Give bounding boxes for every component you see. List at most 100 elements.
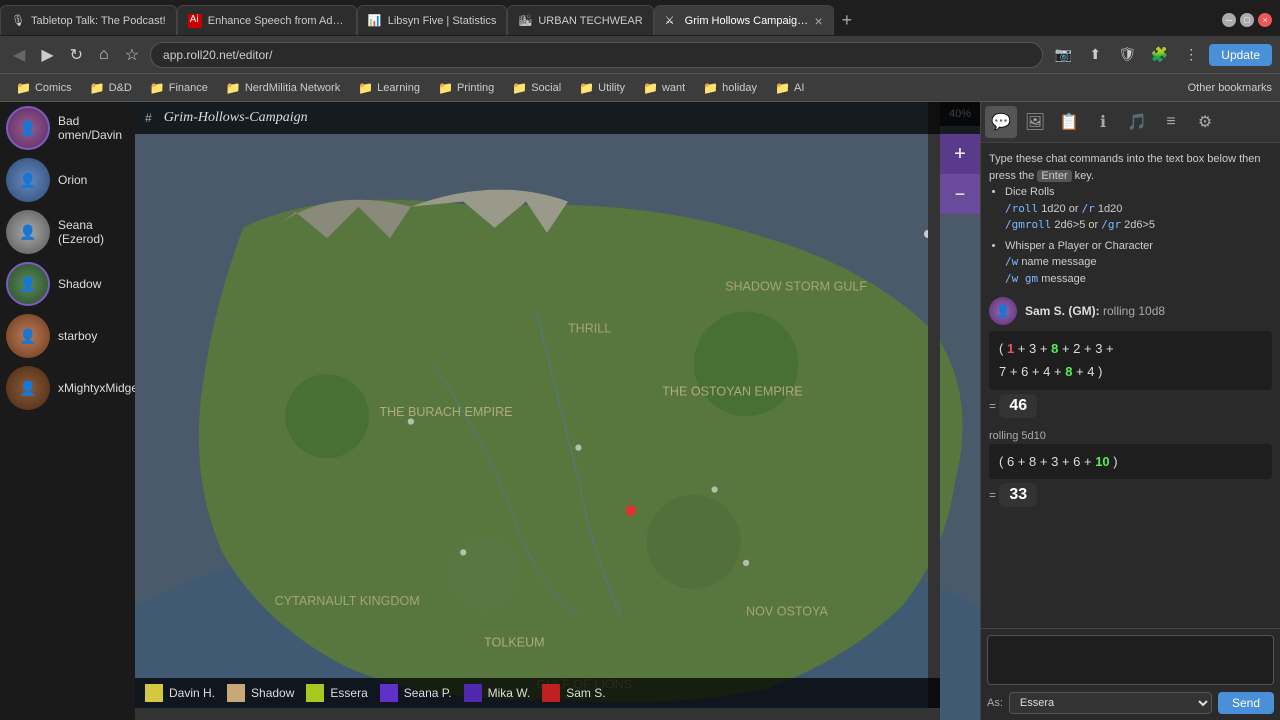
initiative-item-mika: Mika W. [464, 684, 531, 702]
update-button[interactable]: Update [1209, 44, 1272, 66]
bookmark-printing[interactable]: 📁 Printing [430, 79, 502, 97]
home-button[interactable]: ⌂ [94, 44, 114, 66]
send-button[interactable]: Send [1218, 692, 1274, 714]
shield-icon[interactable]: 🛡 [1113, 41, 1141, 69]
dice-val-2: 3 [1029, 341, 1036, 356]
map-zoom-out-button[interactable]: − [940, 174, 980, 214]
character-item-orion[interactable]: 👤 Orion [0, 154, 135, 206]
back-button[interactable]: ◀ [8, 43, 30, 67]
init-name-seana: Seana P. [404, 686, 452, 700]
folder-icon: 📁 [90, 81, 105, 95]
settings-button[interactable]: ⚙ [1189, 106, 1221, 138]
tab-urban-techwear[interactable]: 🏙 URBAN TECHWEAR [507, 5, 653, 35]
whisper-label: Whisper a Player or Character [1005, 240, 1153, 252]
tab-label-2: Enhance Speech from Adobe |... [208, 15, 346, 27]
bookmark-utility[interactable]: 📁 Utility [571, 79, 633, 97]
settings-icon[interactable]: ⋮ [1177, 41, 1205, 69]
tab-favicon-1: 🎙 [11, 14, 25, 28]
compendium-button[interactable]: ℹ [1087, 106, 1119, 138]
tab-favicon-5: ⚔ [665, 14, 679, 28]
as-character-select[interactable]: Essera Sam S. (GM) Shadow Orion [1009, 692, 1212, 714]
dice-formula-1: ( 1 + 3 + 8 + 2 + 3 + 7 + 6 + 4 + 8 + 4 … [989, 331, 1272, 390]
init-color-davin [145, 684, 163, 702]
svg-text:CYTARNAULT KINGDOM: CYTARNAULT KINGDOM [275, 594, 420, 608]
bookmark-button[interactable]: ☆ [120, 43, 144, 67]
bookmark-label: Finance [169, 82, 208, 94]
jukebox-button[interactable]: 🎵 [1121, 106, 1153, 138]
dice-val-1: 1 [1007, 341, 1014, 356]
tab-label-5: Grim Hollows Campaign: L... [685, 15, 809, 27]
initiative-tracker: Davin H. Shadow Essera Seana P. Mika W. [135, 678, 940, 708]
reload-button[interactable]: ↻ [65, 43, 88, 67]
map-scroll-bottom[interactable] [135, 708, 940, 720]
tab-close-button[interactable]: × [814, 13, 822, 29]
init-color-seana [380, 684, 398, 702]
bookmark-dnd[interactable]: 📁 D&D [82, 79, 140, 97]
bookmark-want[interactable]: 📁 want [635, 79, 693, 97]
map-zoom-in-button[interactable]: + [940, 134, 980, 174]
tab-grim-hollows[interactable]: ⚔ Grim Hollows Campaign: L... × [654, 5, 834, 35]
bookmark-finance[interactable]: 📁 Finance [142, 79, 216, 97]
svg-text:THRILL: THRILL [568, 321, 611, 335]
initiative-item-seana: Seana P. [380, 684, 452, 702]
map-scroll-right[interactable] [928, 102, 940, 720]
new-tab-button[interactable]: + [834, 10, 861, 31]
tab-tabletop-talk[interactable]: 🎙 Tabletop Talk: The Podcast! [0, 5, 177, 35]
map-background: THE BURACH EMPIRE THE OSTOYAN EMPIRE TOL… [135, 102, 980, 720]
tab-favicon-4: 🏙 [518, 14, 532, 28]
folder-icon: 📁 [16, 81, 31, 95]
share-icon[interactable]: ⬆ [1081, 41, 1109, 69]
bookmark-social[interactable]: 📁 Social [504, 79, 569, 97]
folder-icon: 📁 [512, 81, 527, 95]
dice-rolls-label: Dice Rolls [1005, 186, 1055, 198]
character-name-starboy: starboy [58, 329, 97, 343]
address-bar[interactable]: app.roll20.net/editor/ [150, 42, 1043, 68]
bookmark-comics[interactable]: 📁 Comics [8, 79, 80, 97]
camera-icon[interactable]: 📷 [1049, 41, 1077, 69]
art-library-button[interactable]: 🖼 [1019, 106, 1051, 138]
character-item-xmightymidget[interactable]: 👤 xMightyxMidget [0, 362, 135, 414]
character-avatar-xmightymidget: 👤 [6, 366, 50, 410]
chat-messages: Type these chat commands into the text b… [981, 143, 1280, 628]
forward-button[interactable]: ▶ [36, 43, 58, 67]
dice-avatar-sam: 👤 [989, 297, 1017, 325]
tab-label-3: Libsyn Five | Statistics [388, 15, 497, 27]
dice2-val-1: 6 [1007, 454, 1014, 469]
bookmark-label: AI [794, 82, 804, 94]
character-item-seana[interactable]: 👤 Seana (Ezerod) [0, 206, 135, 258]
dice-val-8: 4 [1043, 364, 1050, 379]
collections-button[interactable]: ≡ [1155, 106, 1187, 138]
bookmark-nerdmilitia[interactable]: 📁 NerdMilitia Network [218, 79, 348, 97]
character-item-bad-omen[interactable]: 👤 Bad omen/Davin [0, 102, 135, 154]
svg-text:THE BURACH EMPIRE: THE BURACH EMPIRE [379, 405, 512, 419]
chat-hint: Type these chat commands into the text b… [989, 151, 1272, 287]
initiative-item-davin: Davin H. [145, 684, 215, 702]
hash-symbol: # [145, 111, 152, 125]
character-item-starboy[interactable]: 👤 starboy [0, 310, 135, 362]
tab-enhance-speech[interactable]: Ai Enhance Speech from Adobe |... [177, 5, 357, 35]
window-minimize-button[interactable]: ─ [1222, 13, 1236, 27]
dice-val-7: 6 [1021, 364, 1028, 379]
dice-val-3: 8 [1051, 341, 1058, 356]
bookmark-holiday[interactable]: 📁 holiday [695, 79, 765, 97]
folder-icon: 📁 [703, 81, 718, 95]
bookmark-ai[interactable]: 📁 AI [767, 79, 812, 97]
window-maximize-button[interactable]: □ [1240, 13, 1254, 27]
dice-roll-10d8: 👤 Sam S. (GM): rolling 10d8 ( 1 + 3 + 8 … [989, 297, 1272, 418]
chat-input-field[interactable] [987, 635, 1274, 685]
whisper-hint: Whisper a Player or Character /w name me… [1005, 238, 1272, 288]
chat-tab-button[interactable]: 💬 [985, 106, 1017, 138]
character-avatar-orion: 👤 [6, 158, 50, 202]
tab-libsyn[interactable]: 📊 Libsyn Five | Statistics [357, 5, 508, 35]
other-bookmarks[interactable]: Other bookmarks [1188, 82, 1272, 94]
bookmark-label: D&D [109, 82, 132, 94]
extensions-icon[interactable]: 🧩 [1145, 41, 1173, 69]
dice-formula-2: ( 6 + 8 + 3 + 6 + 10 ) [989, 444, 1272, 479]
bookmark-label: Utility [598, 82, 625, 94]
map-area[interactable]: THE BURACH EMPIRE THE OSTOYAN EMPIRE TOL… [135, 102, 980, 720]
window-close-button[interactable]: × [1258, 13, 1272, 27]
journal-button[interactable]: 📋 [1053, 106, 1085, 138]
bookmark-learning[interactable]: 📁 Learning [350, 79, 428, 97]
character-item-shadow[interactable]: 👤 Shadow [0, 258, 135, 310]
dice-val-6: 7 [999, 364, 1006, 379]
